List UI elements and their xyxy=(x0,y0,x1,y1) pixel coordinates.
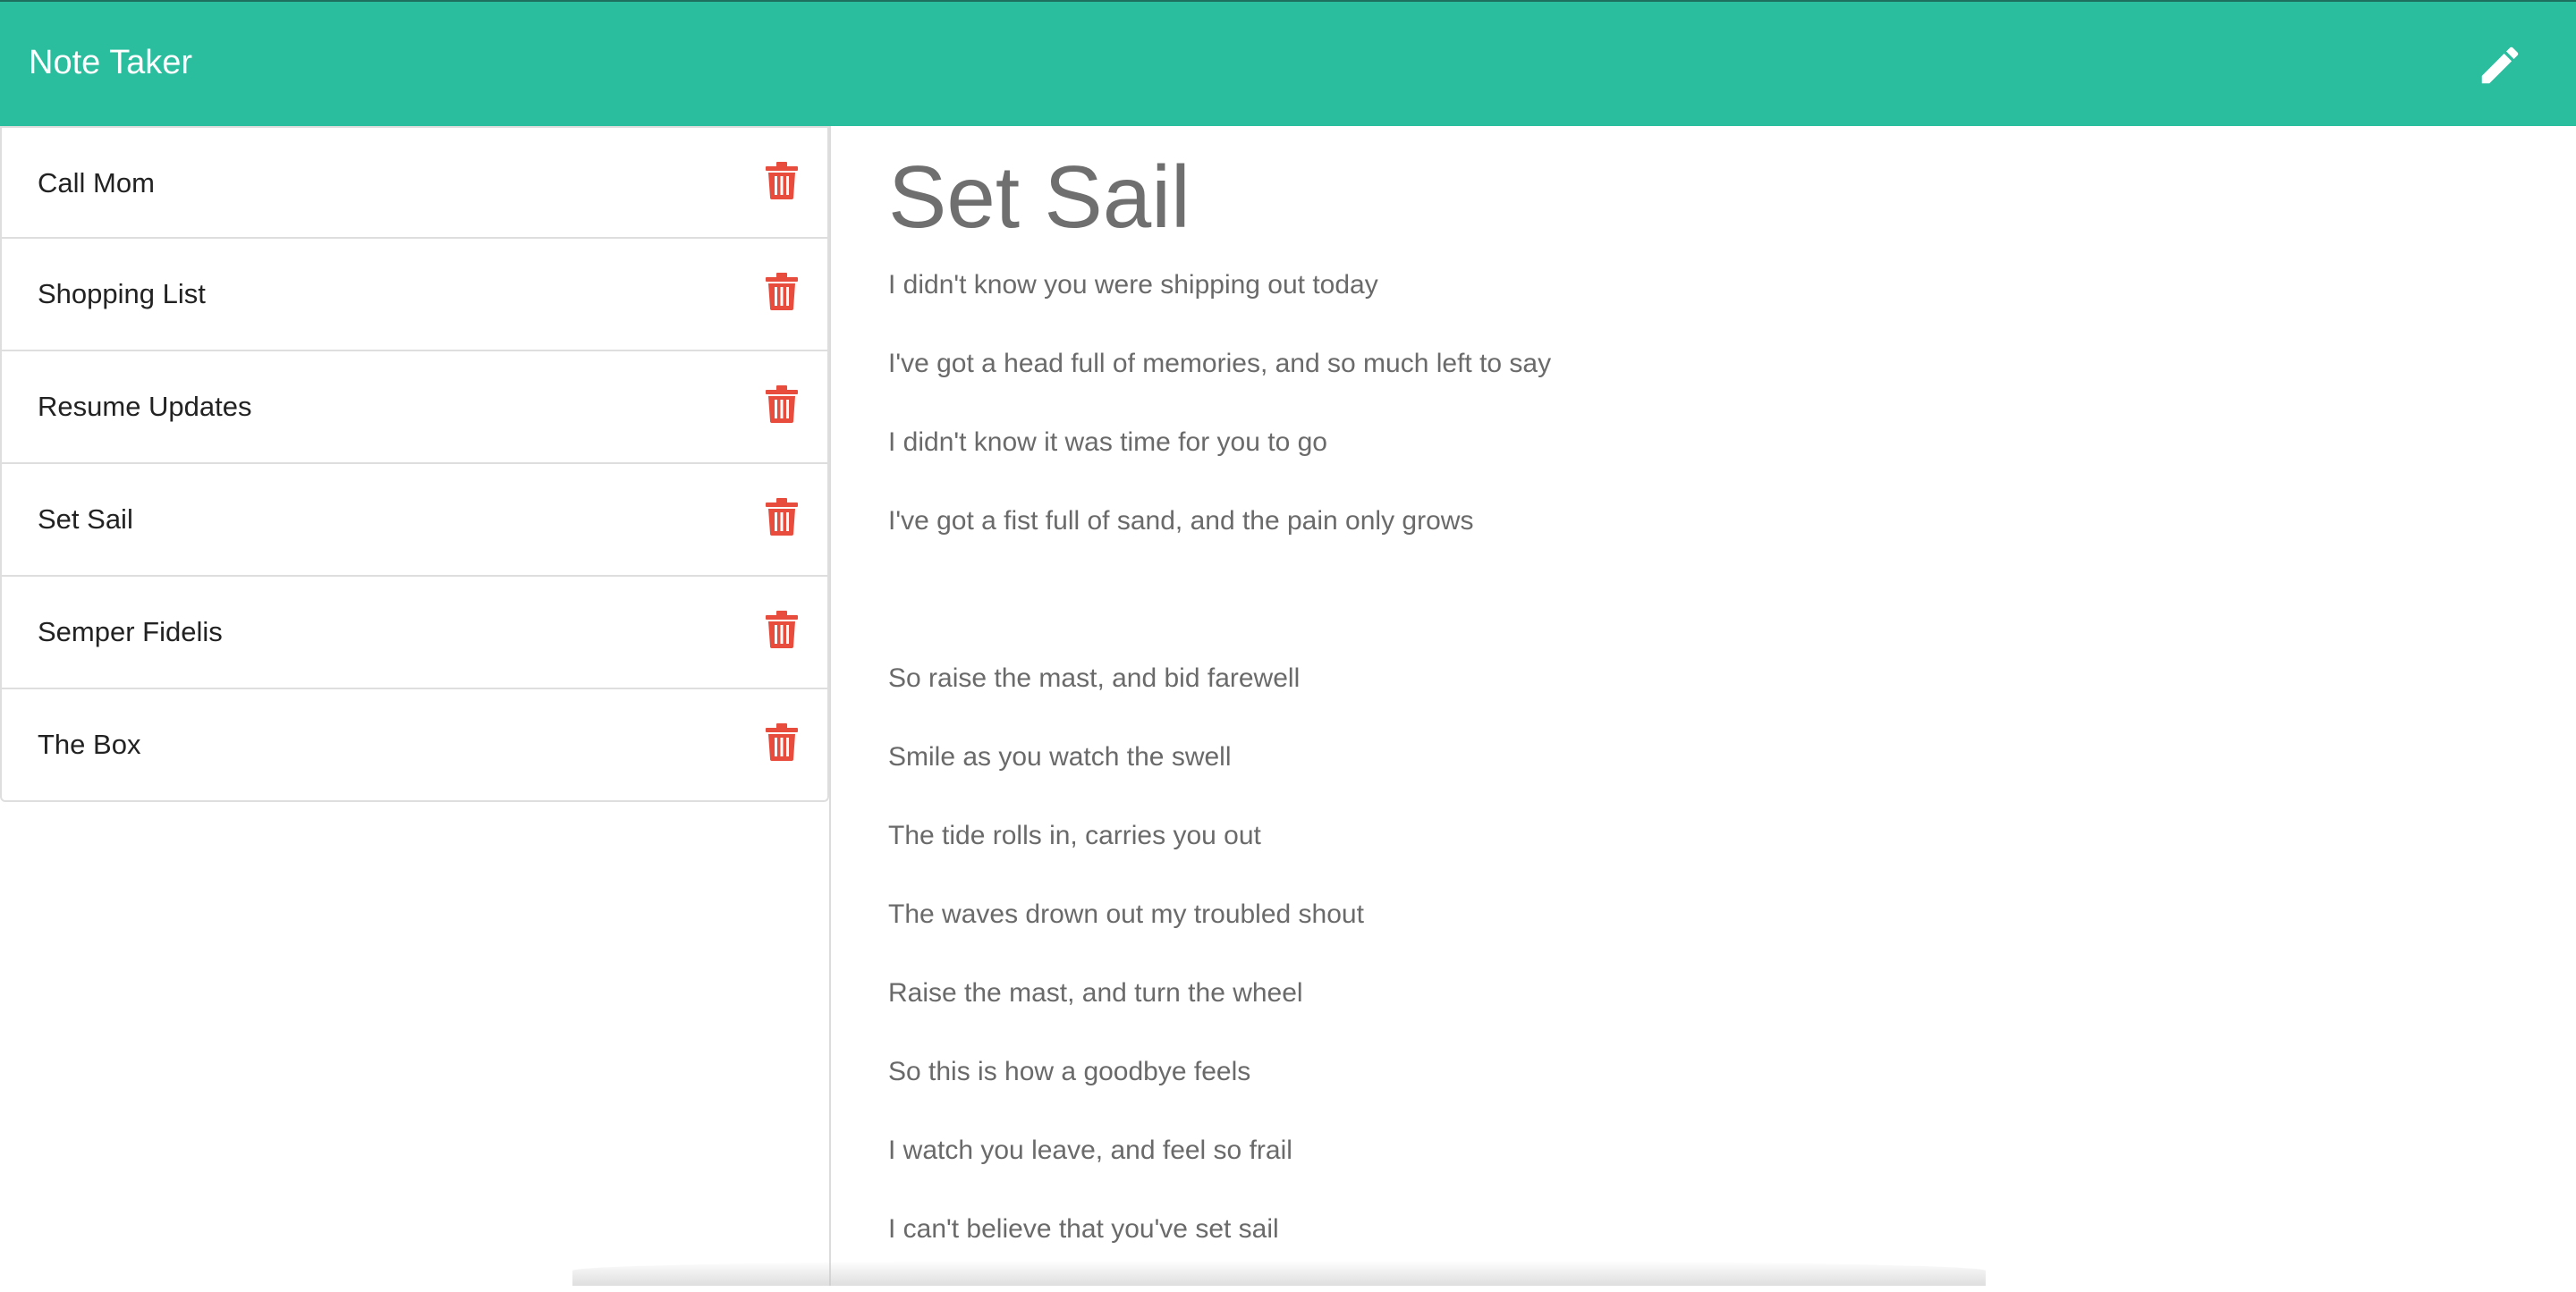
navbar: Note Taker xyxy=(0,0,2576,126)
note-line: So raise the mast, and bid farewell xyxy=(888,663,1301,693)
trash-icon xyxy=(766,162,798,199)
note-title: Set Sail xyxy=(38,503,133,535)
note-title-field[interactable]: Set Sail xyxy=(888,148,1191,246)
note-line: The tide rolls in, carries you out xyxy=(888,821,1261,850)
list-item-note[interactable]: Shopping List xyxy=(0,239,829,351)
list-item-note[interactable]: Resume Updates xyxy=(0,351,829,464)
note-list: Call Mom Shopping List Resume Updates Se… xyxy=(0,126,829,802)
note-title: Semper Fidelis xyxy=(38,616,223,647)
note-line: I didn't know you were shipping out toda… xyxy=(888,270,1378,300)
note-editor: Set Sail I didn't know you were shipping… xyxy=(831,126,2576,1286)
trash-icon xyxy=(766,273,798,310)
trash-icon xyxy=(766,723,798,761)
list-item-note[interactable]: Semper Fidelis xyxy=(0,577,829,689)
list-item-note[interactable]: Call Mom xyxy=(0,126,829,239)
scroll-shadow xyxy=(572,1261,1986,1286)
pencil-icon xyxy=(2481,46,2519,84)
delete-note-button[interactable] xyxy=(766,385,798,423)
note-sidebar: Call Mom Shopping List Resume Updates Se… xyxy=(0,126,831,1286)
note-title: Resume Updates xyxy=(38,391,252,422)
trash-icon xyxy=(766,611,798,648)
note-line: Raise the mast, and turn the wheel xyxy=(888,978,1303,1008)
list-item-note[interactable]: The Box xyxy=(0,689,829,802)
delete-note-button[interactable] xyxy=(766,498,798,536)
note-title: Shopping List xyxy=(38,278,206,309)
note-title: Call Mom xyxy=(38,167,155,198)
app-title[interactable]: Note Taker xyxy=(29,43,192,82)
list-item-note[interactable]: Set Sail xyxy=(0,464,829,577)
note-text-area[interactable]: I didn't know you were shipping out toda… xyxy=(888,269,1551,1292)
note-line: The waves drown out my troubled shout xyxy=(888,899,1364,929)
delete-note-button[interactable] xyxy=(766,273,798,310)
note-line: I watch you leave, and feel so frail xyxy=(888,1136,1292,1165)
delete-note-button[interactable] xyxy=(766,162,798,199)
delete-note-button[interactable] xyxy=(766,611,798,648)
delete-note-button[interactable] xyxy=(766,723,798,761)
trash-icon xyxy=(766,385,798,423)
note-line: I didn't know it was time for you to go xyxy=(888,427,1327,457)
note-line xyxy=(888,584,1551,663)
trash-icon xyxy=(766,498,798,536)
note-line: So this is how a goodbye feels xyxy=(888,1057,1251,1086)
note-line: I've got a head full of memories, and so… xyxy=(888,349,1552,378)
note-line: I've got a fist full of sand, and the pa… xyxy=(888,506,1474,536)
note-line: Smile as you watch the swell xyxy=(888,742,1232,772)
note-title: The Box xyxy=(38,729,141,760)
new-note-button[interactable] xyxy=(2476,41,2524,89)
